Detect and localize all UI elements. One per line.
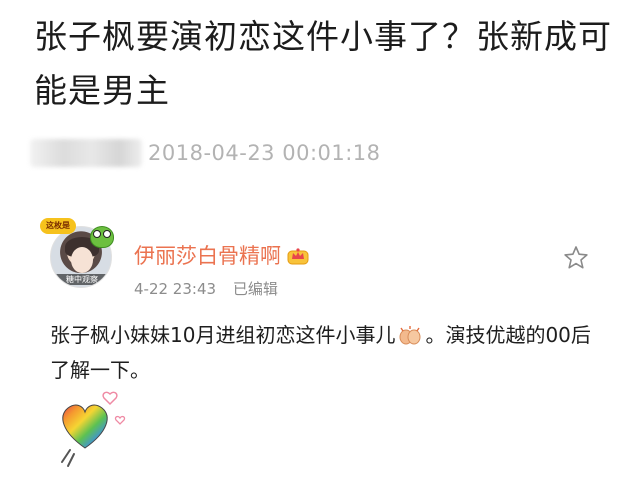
- avatar-caption: 糖中观察: [53, 274, 111, 285]
- clap-icon: [397, 321, 423, 345]
- username-row: 伊丽莎白骨精啊: [134, 240, 309, 270]
- post-time[interactable]: 4-22 23:43: [134, 280, 216, 298]
- avatar-face: [71, 247, 93, 273]
- frog-icon: [90, 226, 114, 248]
- avatar[interactable]: 糖中观察 这枚是: [40, 218, 114, 288]
- edited-label: 已编辑: [232, 280, 278, 298]
- post-body: 张子枫小妹妹10月进组初恋这件小事儿 。演技优越的00后了解一下。: [50, 318, 610, 388]
- article-meta: 2018-04-23 00:01:18: [30, 138, 381, 168]
- crown-badge-icon[interactable]: [287, 246, 309, 265]
- username-link[interactable]: 伊丽莎白骨精啊: [134, 240, 281, 270]
- avatar-sticker: 这枚是: [40, 218, 76, 234]
- article-headline: 张子枫要演初恋这件小事了？张新成可能是男主: [34, 17, 612, 110]
- post-text-part1: 张子枫小妹妹10月进组初恋这件小事儿: [50, 323, 396, 347]
- article-timestamp: 2018-04-23 00:01:18: [148, 141, 381, 165]
- post-time-row: 4-22 23:43 已编辑: [134, 278, 278, 299]
- blurred-author-name: [30, 139, 142, 167]
- star-icon[interactable]: [562, 244, 590, 272]
- rainbow-heart-sticker: [52, 388, 132, 470]
